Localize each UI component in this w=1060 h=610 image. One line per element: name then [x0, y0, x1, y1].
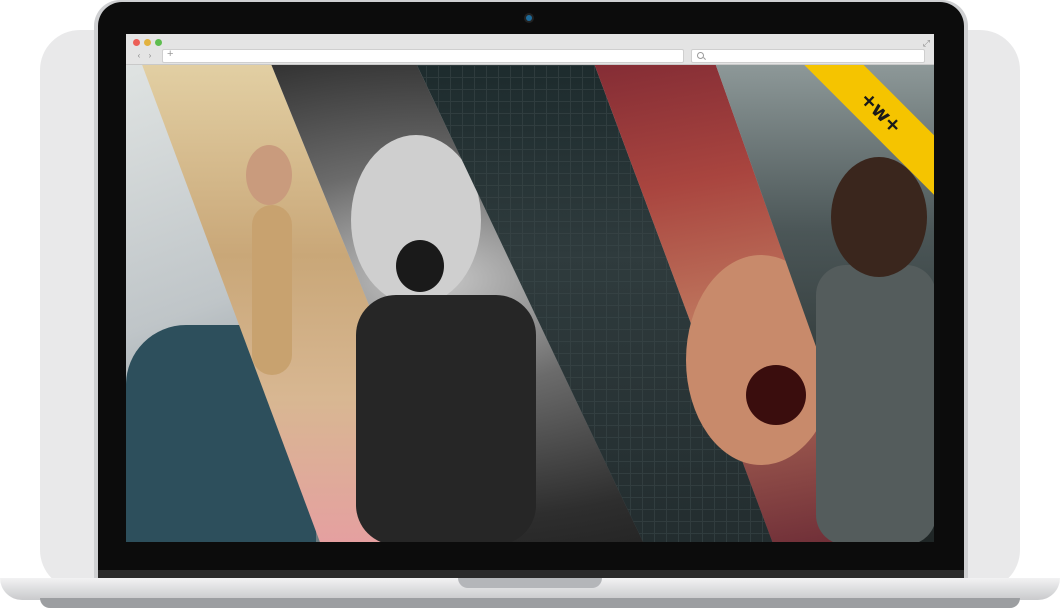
laptop-base-edge	[40, 598, 1020, 608]
camera-icon	[526, 15, 532, 21]
smiling-man-face	[831, 157, 927, 277]
dancer-body	[252, 205, 292, 375]
minimize-window-button[interactable]	[144, 39, 151, 46]
search-input[interactable]	[691, 49, 925, 63]
expand-icon[interactable]: ⤢	[923, 38, 930, 49]
address-bar[interactable]: +	[162, 48, 684, 63]
laptop-notch	[458, 578, 602, 588]
close-window-button[interactable]	[133, 39, 140, 46]
browser-window: ‹ › + ⤢ +w+	[126, 34, 934, 542]
smiling-man-body	[816, 265, 934, 542]
laughing-man-mouth	[746, 365, 806, 425]
dancer-head	[246, 145, 292, 205]
search-icon	[697, 52, 704, 59]
forward-arrow-icon[interactable]: ›	[145, 51, 155, 60]
back-arrow-icon[interactable]: ‹	[134, 51, 144, 60]
plus-icon: +	[167, 48, 174, 60]
browser-toolbar: ‹ › + ⤢	[126, 34, 934, 65]
maximize-window-button[interactable]	[155, 39, 162, 46]
hero-banner[interactable]: +w+	[126, 65, 934, 542]
screaming-man-suit	[356, 295, 536, 542]
screaming-man-mouth	[396, 240, 444, 292]
